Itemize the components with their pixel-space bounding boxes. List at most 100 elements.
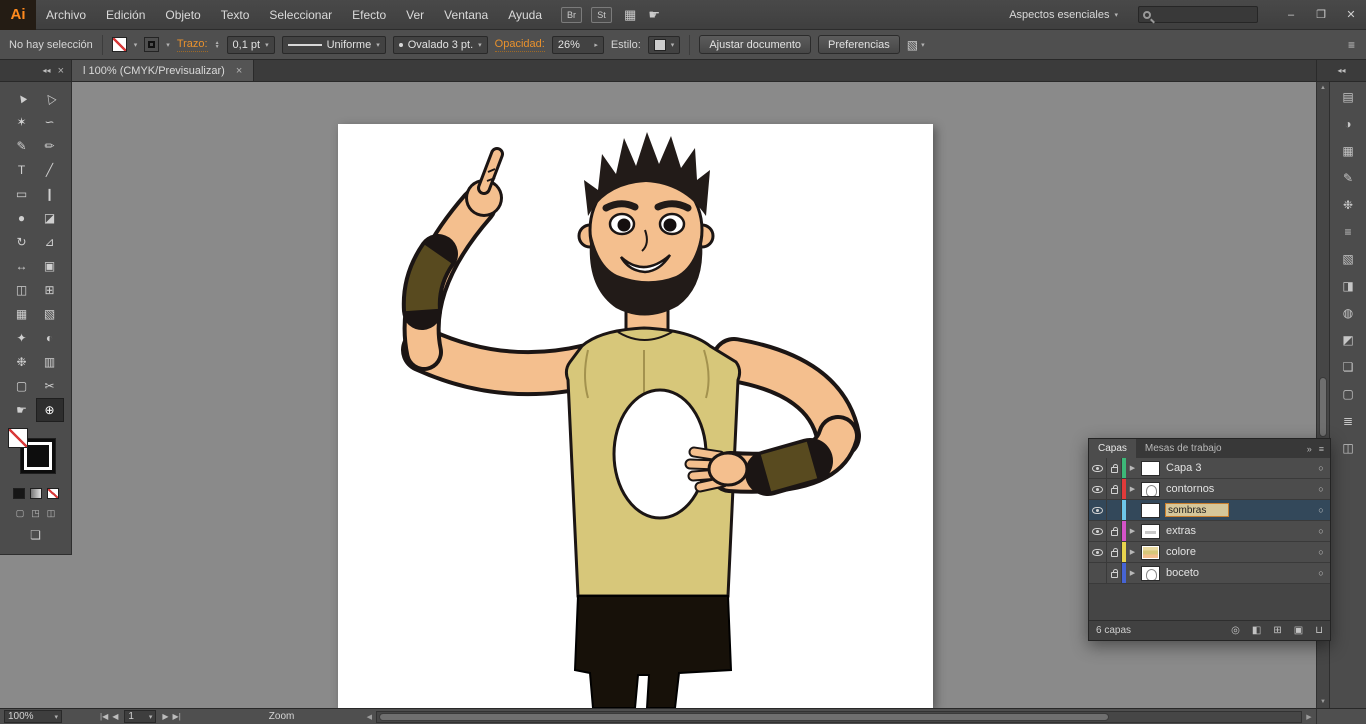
menu-edicin[interactable]: Edición (96, 0, 155, 30)
eyedropper-tool[interactable]: ✦ (8, 326, 36, 350)
symbol-sprayer-tool[interactable]: ❉ (8, 350, 36, 374)
artboard[interactable] (338, 124, 933, 708)
menu-seleccionar[interactable]: Seleccionar (259, 0, 342, 30)
stroke-weight-label[interactable]: Trazo: (177, 38, 208, 52)
disclosure-triangle-icon[interactable]: ▶ (1126, 485, 1139, 493)
stroke-none-swatch[interactable] (8, 428, 28, 448)
previous-artboard-button[interactable]: ◀ (112, 712, 118, 721)
document-tab[interactable]: l 100% (CMYK/Previsualizar) × (72, 60, 254, 81)
layer-target-circle[interactable]: ○ (1312, 463, 1330, 473)
select-similar-dropdown[interactable]: ▧ ▾ (907, 38, 925, 52)
layer-thumbnail[interactable] (1141, 545, 1160, 560)
pathfinder-panel-icon[interactable]: ◫ (1342, 441, 1353, 458)
layer-target-circle[interactable]: ○ (1312, 505, 1330, 515)
layer-name[interactable]: Capa 3 (1164, 462, 1312, 474)
lasso-tool[interactable]: ∽ (36, 110, 64, 134)
scale-tool[interactable]: ⊿ (36, 230, 64, 254)
artboards-panel-icon[interactable]: ▢ (1342, 387, 1353, 404)
close-button[interactable]: ✕ (1336, 3, 1366, 27)
layer-name[interactable]: colore (1164, 546, 1312, 558)
free-transform-tool[interactable]: ▣ (36, 254, 64, 278)
rotate-tool[interactable]: ↻ (8, 230, 36, 254)
hand-icon[interactable]: ☛ (648, 7, 660, 23)
artboard-tool[interactable]: ▢ (8, 374, 36, 398)
stroke-stepper[interactable]: ▲▼ (215, 41, 220, 49)
layer-visibility-toggle[interactable] (1089, 479, 1107, 499)
expand-dock-icon[interactable]: ◂◂ (1337, 66, 1345, 75)
blend-tool[interactable]: ◐ (36, 326, 64, 350)
style-dropdown[interactable]: ▾ (648, 36, 681, 54)
workspace-switcher[interactable]: Aspectos esenciales ▾ (1009, 9, 1118, 21)
transparency-panel-icon[interactable]: ◨ (1342, 279, 1353, 296)
menu-texto[interactable]: Texto (211, 0, 260, 30)
preferences-button[interactable]: Preferencias (818, 35, 900, 54)
layer-lock-toggle[interactable] (1107, 500, 1122, 520)
panel-collapse-icon[interactable]: » (1307, 444, 1312, 454)
horizontal-scroll-track[interactable] (376, 711, 1302, 723)
opacity-label[interactable]: Opacidad: (495, 38, 545, 52)
disclosure-triangle-icon[interactable]: ▶ (1126, 464, 1139, 472)
layer-thumbnail[interactable] (1141, 566, 1160, 581)
align-panel-icon[interactable]: ≣ (1343, 414, 1353, 431)
artboard-number-dropdown[interactable]: 1 ▾ (124, 710, 156, 723)
eraser-tool[interactable]: ◪ (36, 206, 64, 230)
scroll-left-icon[interactable]: ◀ (362, 713, 376, 721)
column-graph-tool[interactable]: ▥ (36, 350, 64, 374)
brushes-icon[interactable]: ✎ (1343, 171, 1353, 188)
make-clipping-mask-icon[interactable]: ◧ (1252, 625, 1261, 636)
layers-panel-icon[interactable]: ❏ (1343, 360, 1354, 377)
layer-row-colore[interactable]: ▶colore○ (1089, 542, 1330, 563)
locate-object-icon[interactable]: ◎ (1231, 625, 1240, 636)
gradient-tool[interactable]: ▧ (36, 302, 64, 326)
layer-name[interactable]: extras (1164, 525, 1312, 537)
search-input[interactable] (1155, 9, 1253, 20)
layer-visibility-toggle[interactable] (1089, 521, 1107, 541)
first-artboard-button[interactable]: |◀ (100, 712, 108, 721)
scroll-right-icon[interactable]: ▶ (1302, 713, 1316, 721)
close-panel-icon[interactable]: × (58, 65, 64, 77)
layer-name[interactable]: contornos (1164, 483, 1312, 495)
menu-ver[interactable]: Ver (396, 0, 434, 30)
width-tool[interactable]: ↔ (8, 254, 36, 278)
menu-ayuda[interactable]: Ayuda (498, 0, 552, 30)
canvas-area[interactable]: ▲△✶∽✎✏T╱▭❙●◪↻⊿↔▣◫⊞▦▧✦◐❉▥▢✂☛⊕ ▢ ◳ ◫ ❏ Cap… (0, 82, 1366, 708)
color-button[interactable] (13, 488, 25, 499)
layer-row-contornos[interactable]: ▶ contornos○ (1089, 479, 1330, 500)
tab-mesas-de-trabajo[interactable]: Mesas de trabajo (1136, 439, 1231, 458)
chevron-down-icon[interactable]: ▾ (134, 41, 138, 49)
menu-ventana[interactable]: Ventana (434, 0, 498, 30)
swatches-icon[interactable]: ▦ (1342, 144, 1353, 161)
layer-target-circle[interactable]: ○ (1312, 547, 1330, 557)
horizontal-scrollbar[interactable]: ◀ ▶ (362, 709, 1316, 724)
controlbar-menu-icon[interactable]: ≡ (1348, 38, 1357, 52)
symbols-icon[interactable]: ❉ (1343, 198, 1353, 215)
layer-thumbnail[interactable] (1141, 461, 1160, 476)
tab-capas[interactable]: Capas (1089, 439, 1136, 458)
last-artboard-button[interactable]: ▶| (173, 712, 181, 721)
layer-lock-toggle[interactable] (1107, 521, 1122, 541)
color-guide-icon[interactable]: ◑ (1344, 117, 1351, 134)
fit-document-button[interactable]: Ajustar documento (699, 35, 811, 54)
screen-mode-icon[interactable]: ❏ (30, 528, 41, 542)
stroke-panel-icon[interactable]: ≡ (1344, 225, 1351, 242)
magic-wand-tool[interactable]: ✶ (8, 110, 36, 134)
vertical-scroll-thumb[interactable] (1319, 377, 1327, 437)
gradient-button[interactable] (30, 488, 42, 499)
layer-thumbnail[interactable] (1141, 482, 1160, 497)
layer-lock-toggle[interactable] (1107, 458, 1122, 478)
layer-visibility-toggle[interactable] (1089, 542, 1107, 562)
layer-row-extras[interactable]: ▶extras○ (1089, 521, 1330, 542)
panel-menu-icon[interactable]: ≡ (1319, 444, 1324, 454)
restore-button[interactable]: ❐ (1306, 3, 1336, 27)
layer-name-input[interactable] (1165, 503, 1229, 517)
new-layer-icon[interactable]: ▣ (1294, 625, 1303, 636)
layer-target-circle[interactable]: ○ (1312, 484, 1330, 494)
layer-thumbnail[interactable] (1141, 503, 1160, 518)
scroll-up-icon[interactable]: ▲ (1317, 82, 1329, 94)
hand-tool[interactable]: ☛ (8, 398, 36, 422)
layer-target-circle[interactable]: ○ (1312, 526, 1330, 536)
menu-efecto[interactable]: Efecto (342, 0, 396, 30)
chevron-down-icon[interactable]: ▾ (166, 41, 170, 49)
minimize-button[interactable]: – (1276, 3, 1306, 27)
layer-row-capa-3[interactable]: ▶ Capa 3○ (1089, 458, 1330, 479)
